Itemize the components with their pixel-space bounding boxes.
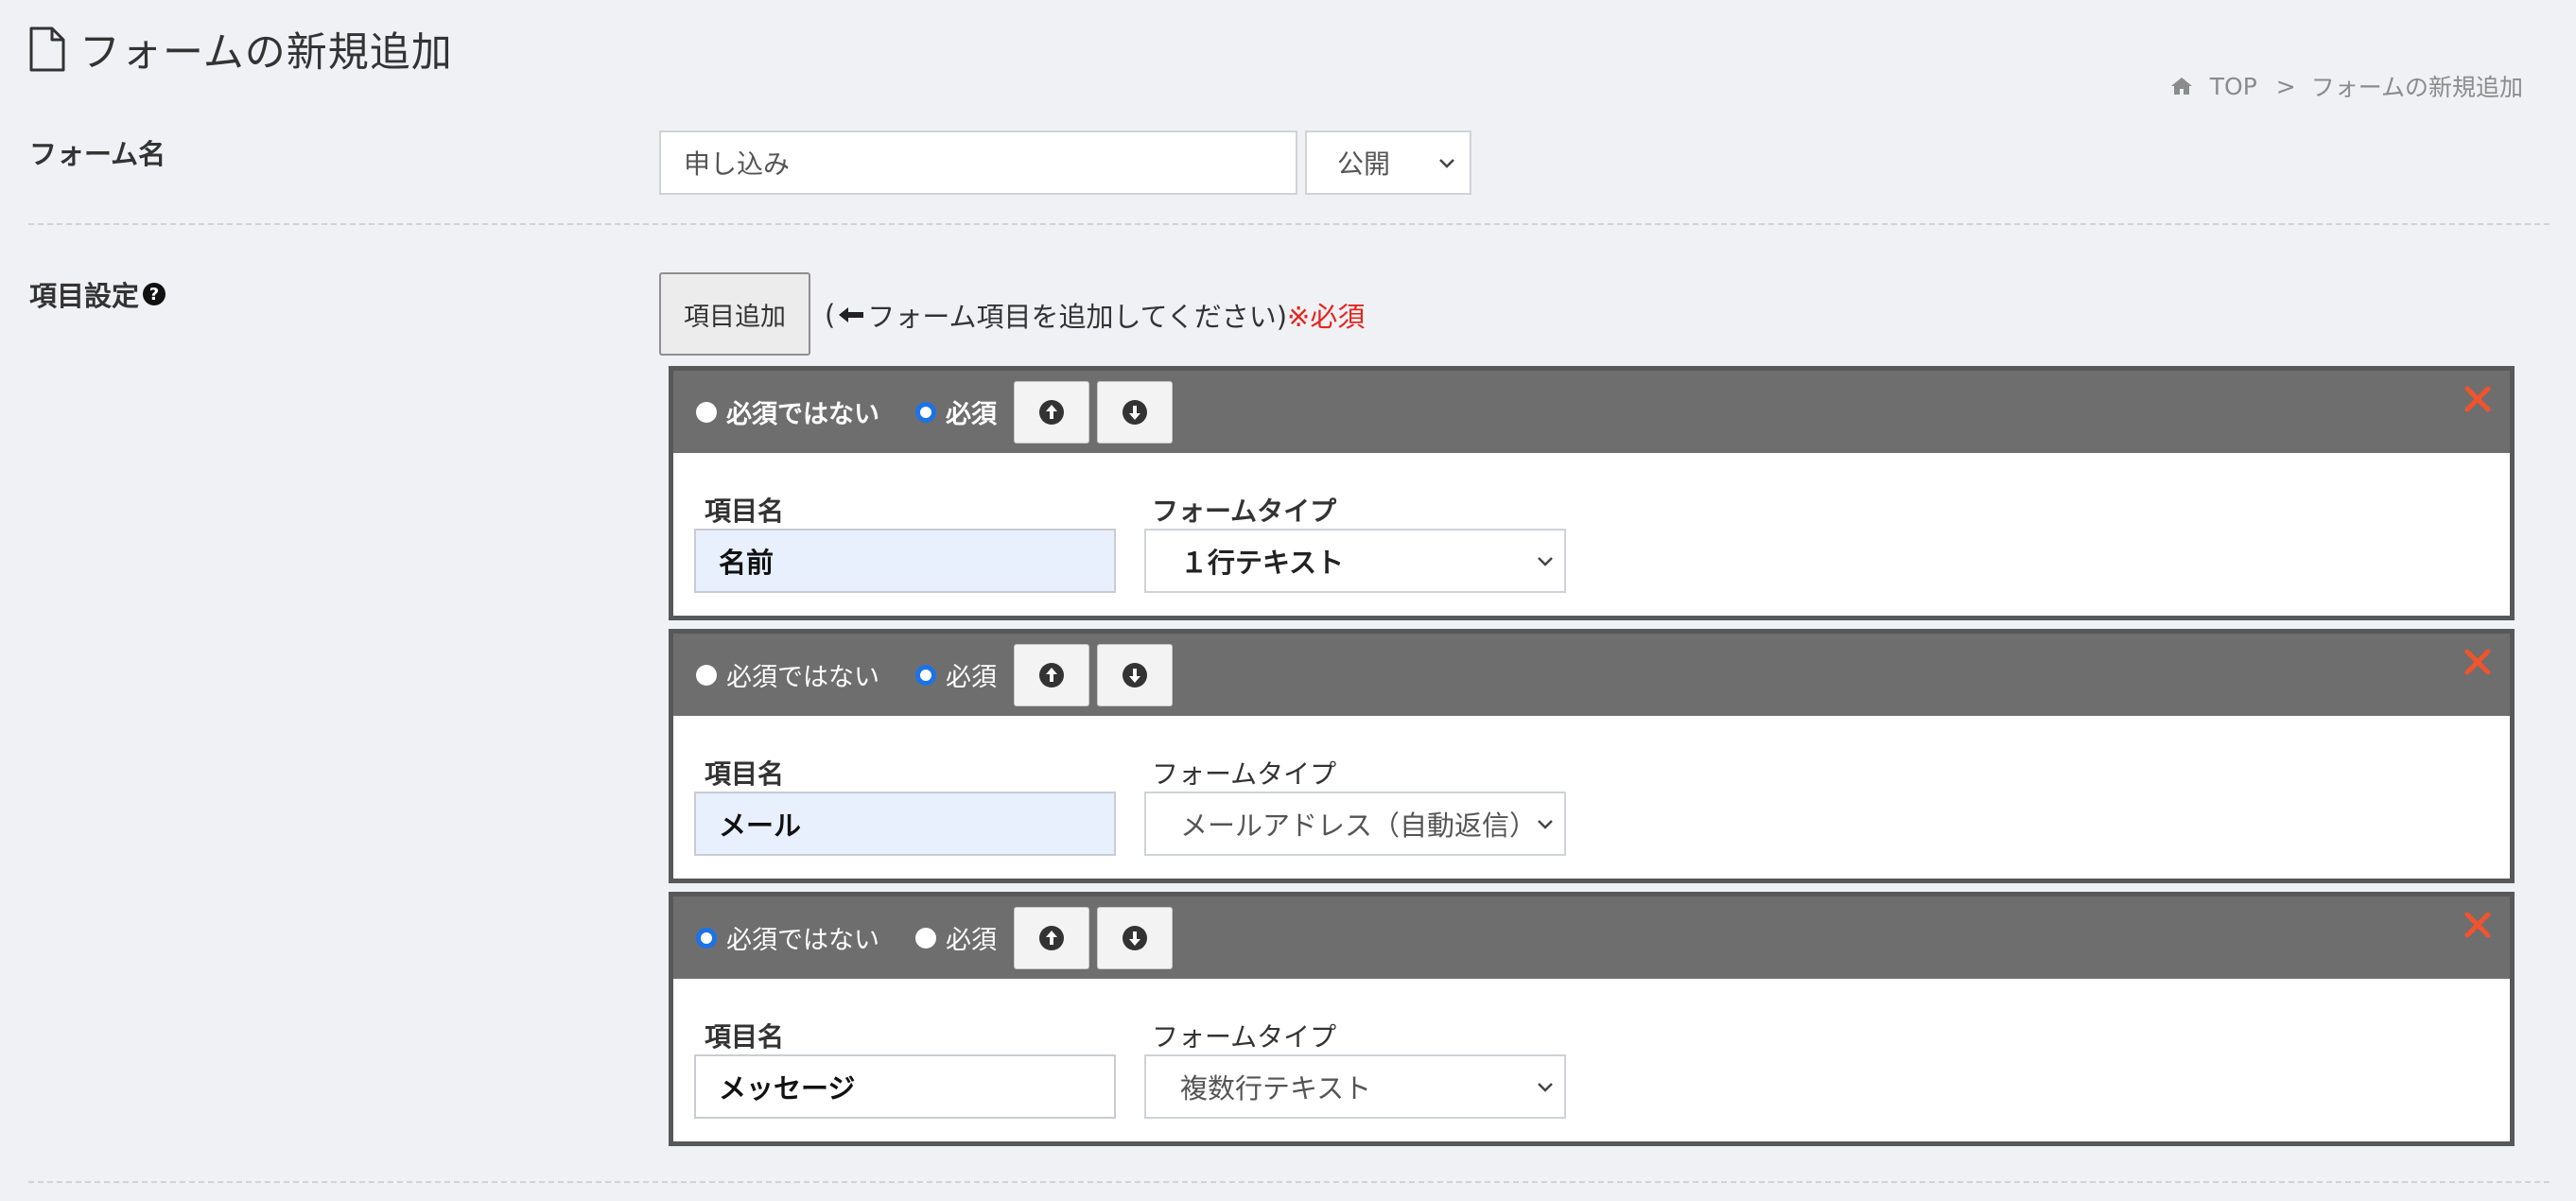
breadcrumb-current: フォームの新規追加 <box>2310 74 2523 101</box>
item-name-label: 項目名 <box>705 496 785 527</box>
form-type-label: フォームタイプ <box>1152 496 1337 527</box>
section-divider <box>28 1181 2550 1183</box>
home-icon <box>2170 78 2192 95</box>
move-up-button[interactable] <box>1014 380 1089 444</box>
form-type-select-value: メールアドレス（自動返信） <box>1180 809 1538 842</box>
form-name-input[interactable] <box>659 131 1297 195</box>
breadcrumb-separator: > <box>2275 72 2296 100</box>
radio-required-label: 必須 <box>946 663 997 692</box>
radio-button[interactable] <box>696 401 717 423</box>
radio-required-label: 必須 <box>946 926 997 955</box>
required-note: ※必須 <box>1287 301 1366 333</box>
move-down-button[interactable] <box>1097 380 1173 444</box>
arrow-circle-up-icon <box>1039 925 1064 950</box>
item-card-header: 必須ではない 必須 <box>673 634 2510 716</box>
radio-not-required-label: 必須ではない <box>726 663 879 692</box>
section-divider <box>28 223 2550 225</box>
radio-button[interactable] <box>696 927 717 949</box>
radio-button[interactable] <box>915 664 936 686</box>
chevron-down-icon <box>1538 820 1553 829</box>
item-card-body: 項目名 フォームタイプ 複数行テキスト <box>673 979 2510 1141</box>
item-card: 必須ではない 必須 項目名 フォームタイプ メールアドレス（自動返信） <box>669 629 2515 883</box>
arrow-circle-up-icon <box>1039 399 1064 425</box>
item-settings-label: 項目設定 ? <box>29 274 166 314</box>
arrow-circle-down-icon <box>1123 662 1147 688</box>
arrow-circle-down-icon <box>1123 925 1147 950</box>
form-type-select[interactable]: メールアドレス（自動返信） <box>1144 792 1566 856</box>
breadcrumb: TOP > フォームの新規追加 <box>2170 70 2523 102</box>
radio-required[interactable]: 必須 <box>915 919 997 956</box>
radio-button[interactable] <box>915 927 936 949</box>
close-icon[interactable] <box>2463 384 2493 414</box>
page-title-text: フォームの新規追加 <box>79 29 453 77</box>
status-select[interactable]: 公開 <box>1305 131 1471 195</box>
add-item-hint-text: フォーム項目を追加してください) <box>867 301 1288 333</box>
item-name-label: 項目名 <box>705 758 785 790</box>
radio-not-required[interactable]: 必須ではない <box>696 656 879 693</box>
radio-button[interactable] <box>915 401 936 423</box>
radio-not-required[interactable]: 必須ではない <box>696 393 879 430</box>
page-title: フォームの新規追加 <box>28 23 453 77</box>
item-settings-label-text: 項目設定 <box>29 280 140 312</box>
item-name-input[interactable] <box>694 1054 1116 1119</box>
form-type-select[interactable]: １行テキスト <box>1144 529 1566 593</box>
item-card-body: 項目名 フォームタイプ １行テキスト <box>673 453 2510 616</box>
radio-not-required-label: 必須ではない <box>726 926 879 955</box>
radio-required-label: 必須 <box>946 400 997 429</box>
form-type-label: フォームタイプ <box>1152 758 1337 790</box>
item-name-label: 項目名 <box>705 1021 785 1053</box>
radio-button[interactable] <box>696 664 717 686</box>
item-card: 必須ではない 必須 項目名 フォームタイプ 複数行テキスト <box>669 892 2515 1146</box>
file-outline-icon <box>29 26 65 72</box>
add-item-hint: ( フォーム項目を追加してください) ※必須 <box>825 295 1365 335</box>
radio-not-required[interactable]: 必須ではない <box>696 919 879 956</box>
chevron-down-icon <box>1439 159 1454 168</box>
arrow-circle-down-icon <box>1123 399 1147 425</box>
arrow-circle-up-icon <box>1039 662 1064 688</box>
form-type-label: フォームタイプ <box>1152 1021 1337 1053</box>
item-card-header: 必須ではない 必須 <box>673 896 2510 979</box>
breadcrumb-top-link[interactable]: TOP <box>2210 73 2257 100</box>
close-icon[interactable] <box>2463 910 2493 940</box>
item-name-input[interactable] <box>694 529 1116 593</box>
radio-required[interactable]: 必須 <box>915 393 997 430</box>
move-down-button[interactable] <box>1097 906 1173 969</box>
move-up-button[interactable] <box>1014 643 1089 706</box>
form-type-select-value: 複数行テキスト <box>1180 1072 1372 1105</box>
move-down-button[interactable] <box>1097 643 1173 706</box>
question-circle-icon[interactable]: ? <box>143 283 166 305</box>
radio-required[interactable]: 必須 <box>915 656 997 693</box>
chevron-down-icon <box>1538 1083 1553 1092</box>
item-card: 必須ではない 必須 項目名 フォームタイプ １行テキスト <box>669 366 2515 620</box>
radio-not-required-label: 必須ではない <box>726 400 879 429</box>
item-name-input[interactable] <box>694 792 1116 856</box>
form-name-label: フォーム名 <box>29 138 166 170</box>
arrow-left-icon <box>839 307 864 322</box>
move-up-button[interactable] <box>1014 906 1089 969</box>
status-select-value: 公開 <box>1337 148 1391 180</box>
item-card-body: 項目名 フォームタイプ メールアドレス（自動返信） <box>673 716 2510 879</box>
add-item-button[interactable]: 項目追加 <box>659 272 810 356</box>
chevron-down-icon <box>1538 557 1553 566</box>
form-type-select-value: １行テキスト <box>1180 547 1345 579</box>
form-type-select[interactable]: 複数行テキスト <box>1144 1054 1566 1119</box>
add-item-hint-paren: ( <box>825 299 836 331</box>
item-card-header: 必須ではない 必須 <box>673 371 2510 453</box>
close-icon[interactable] <box>2463 647 2493 677</box>
